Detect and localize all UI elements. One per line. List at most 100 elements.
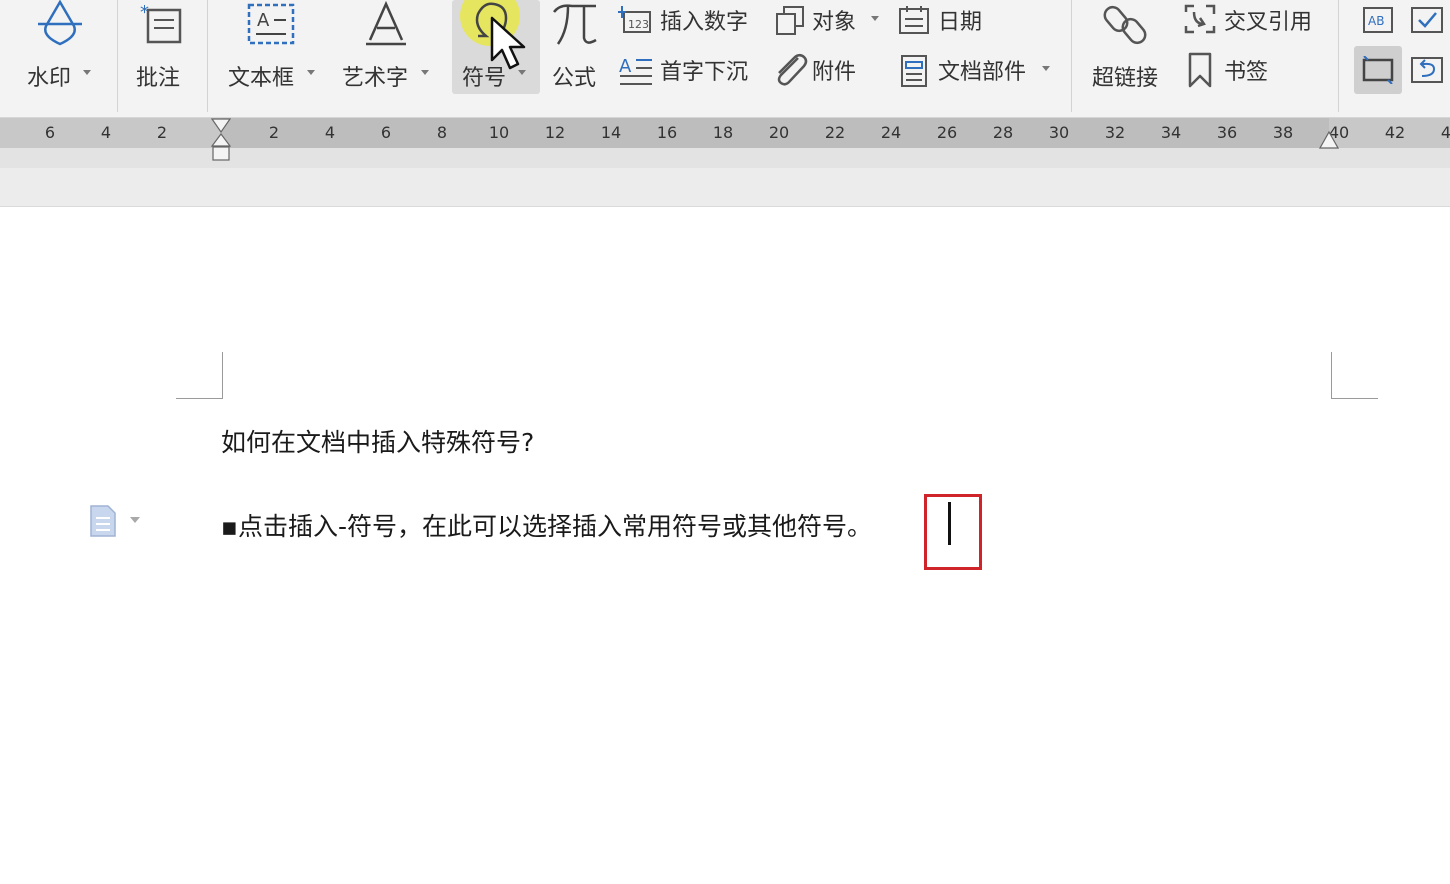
ruler-tick: 32 [1104,123,1126,142]
insert-number-button[interactable]: 123 插入数字 [618,0,760,40]
page-margin-corner-top-left [176,352,223,399]
ruler-tick: 38 [1272,123,1294,142]
chevron-down-icon [83,70,91,75]
ruler-tick: 4 [1440,123,1450,142]
ruler-tick: 36 [1216,123,1238,142]
textbox-label: 文本框 [228,66,295,91]
attachment-button[interactable]: 附件 [772,50,872,90]
cross-ref-label: 交叉引用 [1224,10,1313,35]
calendar-icon [899,6,929,34]
textbox-icon: A [247,3,295,45]
page-margin-corner-top-right [1331,352,1378,399]
checkbox-button[interactable] [1406,2,1450,38]
comment-label: 批注 [136,66,181,91]
chevron-down-icon [871,16,879,21]
bookmark-icon [1188,52,1212,88]
svg-text:A: A [619,56,632,77]
ruler-tick: 10 [488,123,510,142]
textbox-button[interactable]: A 文本框 [226,0,322,100]
insert-number-icon: 123 [618,6,651,33]
paragraph-options-button[interactable] [88,504,144,538]
ruler-tick: 18 [712,123,734,142]
doc-parts-icon [901,55,927,87]
separator [1071,0,1072,112]
dropcap-label: 首字下沉 [660,60,749,85]
object-label: 对象 [812,10,857,35]
ruler-tick: 4 [324,123,336,142]
ruler-tick: 30 [1048,123,1070,142]
formula-label: 公式 [552,66,597,91]
cross-ref-button[interactable]: 交叉引用 [1182,0,1324,40]
undo-frame-button[interactable] [1406,48,1450,92]
dropcap-button[interactable]: A 首字下沉 [618,50,760,90]
date-button[interactable]: 日期 [896,0,996,40]
ruler-tick: 6 [380,123,392,142]
frame-icon [1362,56,1394,84]
ruler-tick: 6 [44,123,56,142]
document-page[interactable] [0,207,1450,884]
first-line-indent-marker[interactable] [211,118,231,162]
svg-text:A: A [257,10,270,31]
ruler-tick: 12 [544,123,566,142]
watermark-label: 水印 [27,66,72,91]
document-bullet-line[interactable]: ▪点击插入-符号，在此可以选择插入常用符号或其他符号。 [221,507,872,543]
object-icon [776,6,804,35]
ruler-tick: 42 [1384,123,1406,142]
formula-button[interactable]: 公式 [550,0,604,100]
ruler-tick: 20 [768,123,790,142]
link-icon [1103,5,1147,45]
check-icon [1411,7,1443,33]
ab-button[interactable]: AB [1356,2,1400,38]
chevron-down-icon [130,517,140,523]
separator [1338,0,1339,112]
ruler-tick: 34 [1160,123,1182,142]
ruler-tick: 4 [100,123,112,142]
watermark-icon [38,0,82,46]
bookmark-button[interactable]: 书签 [1182,50,1282,90]
ruler-tick: 8 [436,123,448,142]
document-icon [90,505,116,537]
comment-button[interactable]: * 批注 [132,0,192,100]
ab-icon-text: AB [1368,14,1384,28]
ruler-tick: 14 [600,123,622,142]
horizontal-ruler[interactable]: 6 4 2 2 4 6 8 10 12 14 16 18 20 22 24 26… [0,118,1450,168]
attachment-label: 附件 [812,60,857,85]
ruler-tick: 16 [656,123,678,142]
object-button[interactable]: 对象 [772,0,884,40]
dropcap-icon: A [619,56,652,85]
ruler-tick: 28 [992,123,1014,142]
comment-icon: * [140,2,182,44]
ruler-gap [0,168,1450,207]
separator [117,0,118,112]
doc-parts-label: 文档部件 [938,60,1027,85]
undo-icon [1411,57,1443,83]
bookmark-label: 书签 [1224,60,1269,85]
symbol-button[interactable]: 符号 [452,0,540,94]
number-icon-text: 123 [628,18,649,31]
wordart-icon [366,0,406,46]
highlight-box [924,494,982,570]
pi-icon [553,4,597,45]
mouse-pointer-icon [490,16,526,70]
date-label: 日期 [938,10,983,35]
paperclip-icon [777,54,808,86]
watermark-button[interactable]: 水印 [22,0,102,100]
wordart-button[interactable]: 艺术字 [340,0,436,100]
wordart-label: 艺术字 [342,66,409,91]
chevron-down-icon [307,70,315,75]
chevron-down-icon [421,70,429,75]
document-heading[interactable]: 如何在文档中插入特殊符号? [221,423,534,459]
insert-number-label: 插入数字 [660,10,749,35]
chevron-down-icon [1042,66,1050,71]
ribbon-insert: 水印 * 批注 A 文本框 艺术字 符号 公式 123 插入数字 A 首字下沉 … [0,0,1450,118]
hyperlink-button[interactable]: 超链接 [1088,0,1170,100]
ab-icon: AB [1363,7,1393,33]
doc-parts-button[interactable]: 文档部件 [896,50,1058,90]
hyperlink-label: 超链接 [1092,66,1159,91]
separator [207,0,208,112]
cross-ref-icon [1184,4,1216,34]
frame-button[interactable] [1354,46,1402,94]
text-cursor [948,502,951,545]
right-indent-marker[interactable] [1319,118,1339,150]
ruler-tick: 22 [824,123,846,142]
